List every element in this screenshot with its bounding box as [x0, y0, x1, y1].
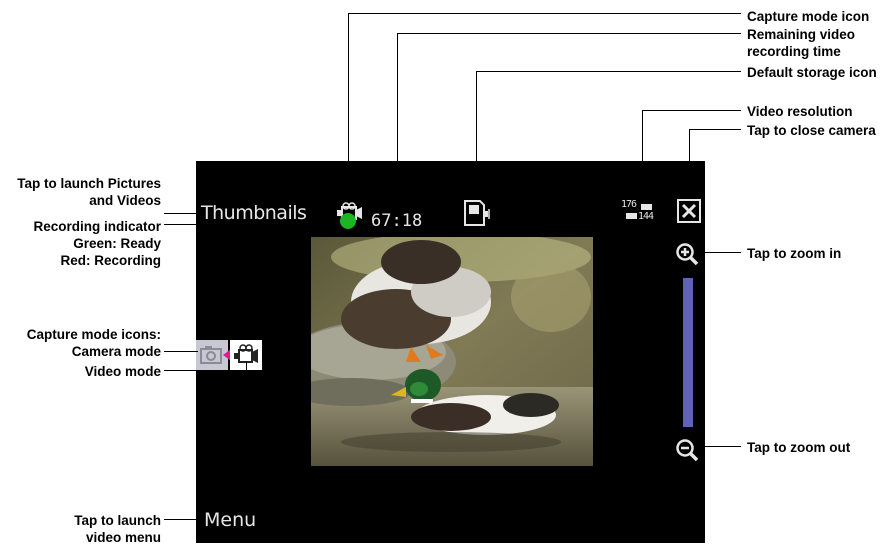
- leader-close-h: [689, 129, 741, 130]
- callout-launch-pictures: Tap to launch Pictures and Videos: [17, 176, 161, 208]
- leader-close: [689, 129, 690, 198]
- callout-default-storage: Default storage icon: [747, 65, 877, 80]
- leader-capture-mode: [348, 13, 349, 201]
- leader-resolution-h: [642, 110, 741, 111]
- leader-storage-h: [476, 71, 741, 72]
- recording-indicator: [340, 213, 356, 229]
- zoom-level-bar[interactable]: [683, 278, 693, 427]
- leader-zoom-in: [700, 252, 741, 253]
- leader-zoom-out: [700, 446, 741, 447]
- leader-capture-mode-h: [348, 13, 741, 14]
- callout-launch-menu: Tap to launch video menu: [74, 513, 161, 545]
- leader-remaining-time-h: [397, 33, 741, 34]
- leader-thumbnails: [164, 213, 200, 214]
- capture-mode-switch[interactable]: [196, 340, 264, 370]
- menu-button[interactable]: Menu: [204, 509, 256, 531]
- resolution-swatch-top: [641, 204, 652, 210]
- callout-remaining-time: Remaining video recording time: [747, 27, 856, 59]
- viewfinder-preview: [311, 237, 593, 466]
- zoom-in-icon[interactable]: [674, 241, 702, 269]
- callout-capture-mode-icon: Capture mode icon: [747, 9, 870, 24]
- storage-card-icon: [464, 200, 490, 226]
- leader-storage: [476, 71, 477, 199]
- resolution-width: 176: [621, 199, 637, 210]
- leader-camera-mode: [164, 351, 198, 352]
- leader-video-mode-v: [246, 362, 247, 371]
- callout-zoom-in: Tap to zoom in: [747, 246, 842, 261]
- callout-close-camera: Tap to close camera: [747, 123, 876, 138]
- callout-video-resolution: Video resolution: [747, 104, 853, 119]
- resolution-icon[interactable]: 176 144: [621, 199, 667, 229]
- leader-video-mode: [164, 370, 246, 371]
- leader-resolution: [642, 110, 643, 198]
- leader-menu: [164, 519, 202, 520]
- callout-capture-mode-icons: Capture mode icons: Camera mode: [26, 327, 161, 359]
- close-icon[interactable]: [677, 199, 701, 223]
- leader-recording-indicator: [164, 224, 340, 225]
- duck-photo: [311, 237, 593, 466]
- resolution-swatch-bottom: [626, 213, 637, 219]
- zoom-out-icon[interactable]: [674, 437, 702, 465]
- leader-remaining-time: [397, 33, 398, 215]
- callout-video-mode: Video mode: [84, 364, 161, 379]
- resolution-height: 144: [638, 211, 654, 222]
- thumbnails-button[interactable]: Thumbnails: [201, 202, 307, 224]
- callout-zoom-out: Tap to zoom out: [747, 440, 851, 455]
- callout-recording-indicator: Recording indicator Green: Ready Red: Re…: [33, 219, 161, 268]
